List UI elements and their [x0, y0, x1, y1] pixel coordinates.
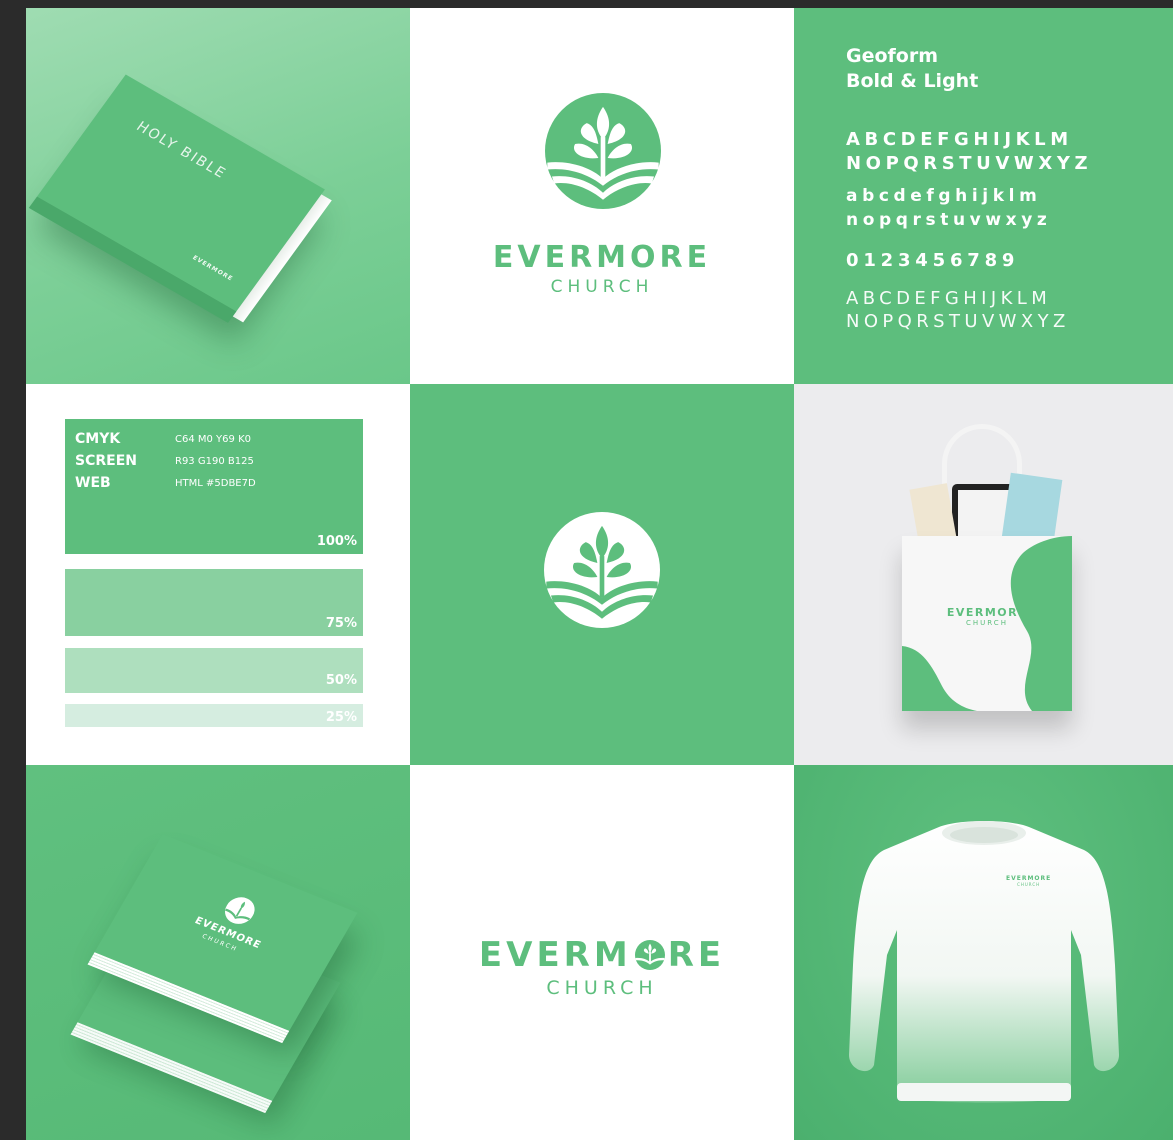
horizontal-wordmark-tile: EVERM RE CHURCH [410, 765, 794, 1140]
bold-lowercase-2: nopqrstuvwxyz [846, 210, 1052, 230]
sweater-brand-name: EVERMORE [1006, 875, 1052, 882]
sweater-mockup-tile: EVERMORE CHURCH [794, 765, 1173, 1140]
brand-board: HOLY BIBLE EVERMORE EVERMORE CHURCH Geof… [26, 8, 1173, 1140]
tote-bag-tile: EVERMORE CHURCH [794, 384, 1173, 765]
swatch-100-label: 100% [316, 534, 357, 549]
font-weights: Bold & Light [846, 70, 979, 92]
leaf-emblem-inverted-icon [544, 512, 660, 628]
bible-title: HOLY BIBLE [133, 118, 230, 183]
bible-mockup: HOLY BIBLE EVERMORE [28, 74, 332, 323]
brand-name: EVERMORE [492, 240, 712, 275]
wordmark-tagline: CHURCH [546, 977, 658, 999]
sweater-logo: EVERMORE CHURCH [1006, 875, 1051, 887]
spec-value-cmyk: C64 M0 Y69 K0 [175, 433, 251, 445]
color-palette-tile: CMYK C64 M0 Y69 K0 SCREEN R93 G190 B125 WE… [26, 384, 410, 765]
swatch-50-label: 50% [325, 673, 357, 688]
bold-uppercase-1: ABCDEFGHIJKLM [846, 129, 1073, 150]
swatch-25-label: 25% [325, 710, 357, 725]
tote-brand-tagline: CHURCH [966, 619, 1008, 627]
sweater-mockup [849, 821, 1119, 1103]
bold-uppercase-2: NOPQRSTUVWXYZ [846, 153, 1093, 174]
font-name: Geoform [846, 45, 939, 67]
primary-logo-tile: EVERMORE CHURCH [410, 8, 794, 384]
bold-lowercase-1: abcdefghijklm [846, 186, 1042, 206]
tote-brand-name: EVERMORE [946, 606, 1028, 619]
wordmark-emblem-o-icon [634, 940, 665, 970]
spec-label-web: WEB [75, 475, 111, 491]
swatch-75: 75% [65, 569, 363, 636]
numerals: 0123456789 [846, 250, 1020, 271]
swatch-25: 25% [65, 704, 363, 727]
bible-brand-text: EVERMORE [191, 254, 235, 283]
primary-wordmark: EVERMORE CHURCH [410, 240, 794, 297]
inverted-emblem-tile [410, 384, 794, 765]
swatch-100: CMYK C64 M0 Y69 K0 SCREEN R93 G190 B125 WE… [65, 419, 363, 554]
spec-label-cmyk: CMYK [75, 431, 121, 447]
bible-mockup-tile: HOLY BIBLE EVERMORE [26, 8, 410, 384]
card-emblem-icon [225, 897, 255, 924]
swatch-75-label: 75% [325, 616, 357, 631]
horizontal-wordmark: EVERM RE CHURCH [410, 935, 794, 999]
light-uppercase-1: ABCDEFGHIJKLM [846, 288, 1052, 309]
swatch-50: 50% [65, 648, 363, 693]
tote-logo: EVERMORE CHURCH [902, 606, 1072, 627]
brand-tagline: CHURCH [550, 277, 654, 297]
sweater-brand-tagline: CHURCH [1017, 882, 1041, 887]
wordmark-prefix: EVERM [478, 935, 632, 975]
spec-value-web: HTML #5DBE7D [175, 477, 256, 489]
color-specs: CMYK C64 M0 Y69 K0 SCREEN R93 G190 B125 WE… [75, 428, 256, 494]
business-cards-tile: EVERMORE EVERMORE CHURCH [26, 765, 410, 1140]
typography-tile: Geoform Bold & Light ABCDEFGHIJKLM NOPQR… [794, 8, 1173, 384]
leaf-emblem-icon [545, 93, 661, 209]
wordmark-suffix: RE [667, 935, 726, 975]
tote-bag: EVERMORE CHURCH [902, 536, 1072, 711]
spec-label-screen: SCREEN [75, 453, 137, 469]
spec-value-screen: R93 G190 B125 [175, 455, 254, 467]
light-uppercase-2: NOPQRSTUVWXYZ [846, 311, 1070, 332]
